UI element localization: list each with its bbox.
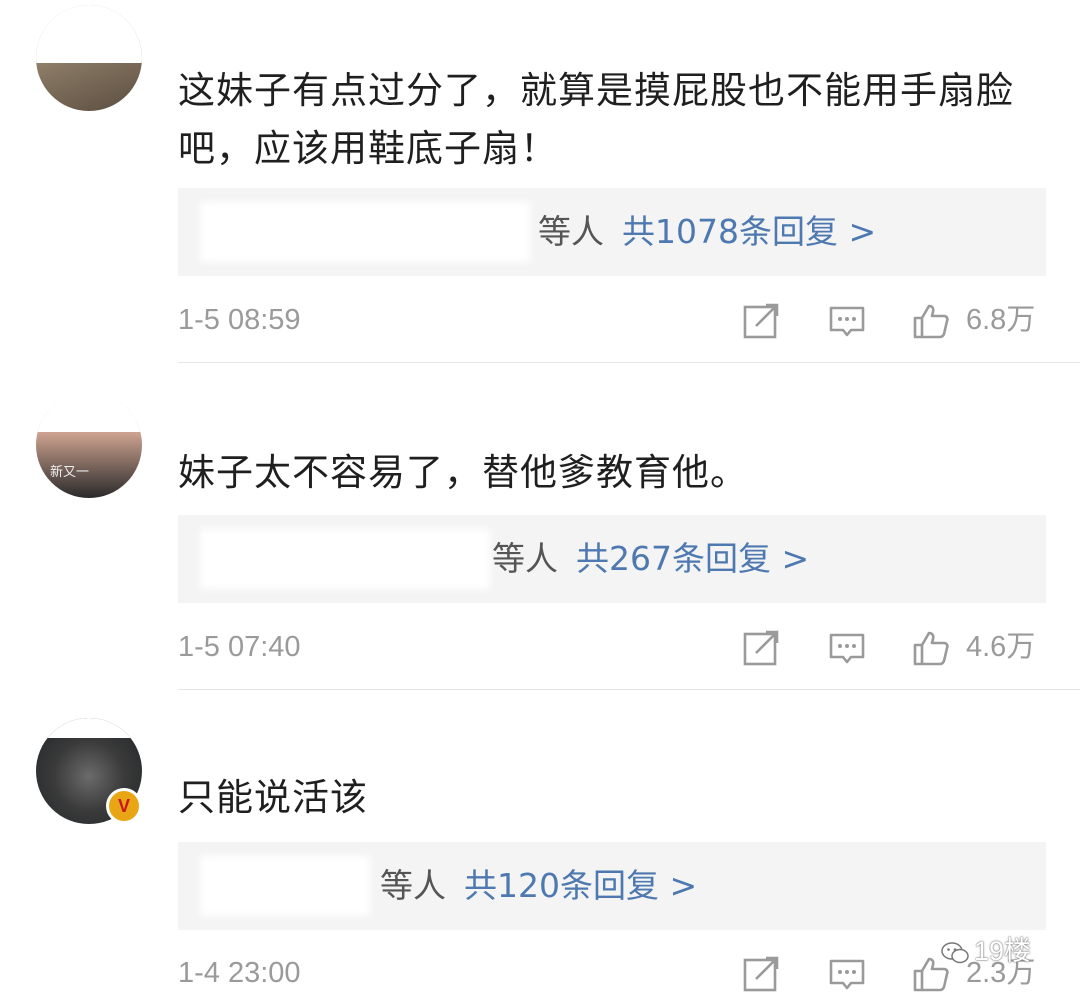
blurred-reply-names: [200, 202, 530, 262]
reply-others-label: 等人: [380, 866, 446, 905]
comment-time: 1-5 07:40: [178, 631, 301, 663]
blurred-reply-names: [200, 856, 370, 916]
reply-count-link[interactable]: 共120条回复 >: [464, 866, 697, 905]
reply-others-label: 等人: [492, 539, 558, 578]
comment-text: 妹子太不容易了，替他爹教育他。: [178, 451, 748, 494]
like-count: 6.8万: [966, 304, 1036, 336]
wechat-icon: [940, 940, 970, 966]
share-icon[interactable]: [742, 629, 780, 667]
reply-count-link[interactable]: 共267条回复 >: [576, 539, 809, 578]
thumbs-up-icon[interactable]: [912, 302, 950, 340]
divider: [178, 689, 1080, 690]
reply-summary[interactable]: 等人 共267条回复 >: [178, 515, 1046, 603]
comment-text: 只能说活该: [178, 776, 368, 819]
share-icon[interactable]: [742, 302, 780, 340]
comment-icon[interactable]: [828, 302, 866, 340]
reply-count-link[interactable]: 共1078条回复 >: [622, 212, 876, 251]
comment-icon[interactable]: [828, 629, 866, 667]
avatar-caption: 新又一: [50, 465, 90, 480]
blurred-reply-names: [200, 529, 490, 589]
verified-badge: V: [106, 788, 142, 824]
like-count: 4.6万: [966, 631, 1036, 663]
reply-summary[interactable]: 等人 共1078条回复 >: [178, 188, 1046, 276]
watermark-text: 19楼: [974, 936, 1032, 966]
comment-meta: 1-5 08:59 6.8万: [178, 298, 1046, 342]
user-avatar[interactable]: 新又一: [36, 392, 142, 498]
reply-summary[interactable]: 等人 共120条回复 >: [178, 842, 1046, 930]
reply-others-label: 等人: [538, 212, 604, 251]
comment-meta: 1-4 23:00 2.3万: [178, 951, 1046, 995]
divider: [178, 362, 1080, 363]
comment-text: 这妹子有点过分了，就算是摸屁股也不能用手扇脸吧，应该用鞋底子扇！: [178, 69, 1014, 170]
share-icon[interactable]: [742, 955, 780, 993]
watermark: 19楼: [940, 934, 1031, 968]
user-avatar[interactable]: [36, 5, 142, 111]
comment-time: 1-5 08:59: [178, 304, 301, 336]
comment-time: 1-4 23:00: [178, 957, 301, 989]
thumbs-up-icon[interactable]: [912, 629, 950, 667]
comment-meta: 1-5 07:40 4.6万: [178, 625, 1046, 669]
comment-icon[interactable]: [828, 955, 866, 993]
